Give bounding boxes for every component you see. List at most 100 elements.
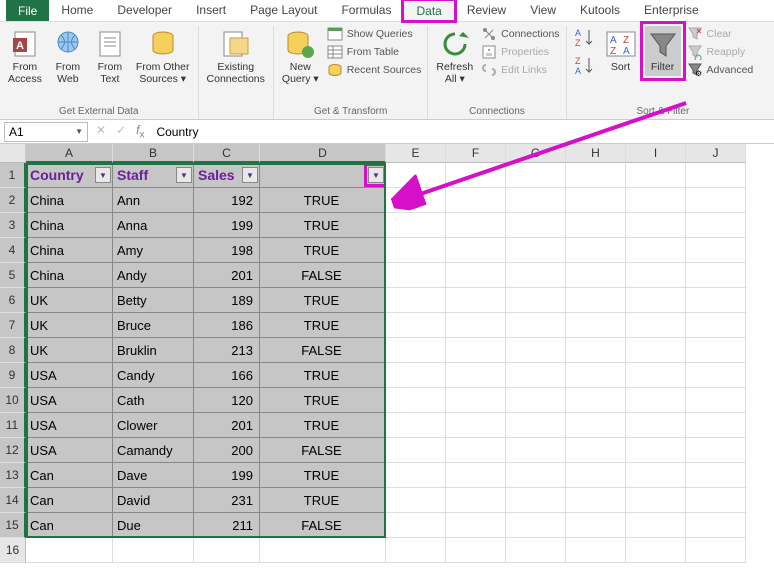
cell[interactable]: China — [26, 238, 113, 263]
filter-dropdown-button[interactable]: ▼ — [368, 167, 384, 183]
cell[interactable]: China — [26, 213, 113, 238]
cell[interactable] — [506, 288, 566, 313]
tab-review[interactable]: Review — [455, 0, 518, 21]
row-header[interactable]: 13 — [0, 463, 26, 488]
cell[interactable] — [686, 213, 746, 238]
cell[interactable] — [566, 463, 626, 488]
cell[interactable] — [506, 188, 566, 213]
col-header[interactable]: G — [506, 144, 566, 163]
cell[interactable] — [686, 538, 746, 563]
cell[interactable] — [386, 363, 446, 388]
cell[interactable]: China — [26, 188, 113, 213]
from-table-button[interactable]: From Table — [327, 44, 422, 60]
cell[interactable] — [446, 313, 506, 338]
cell[interactable] — [686, 188, 746, 213]
cell[interactable] — [566, 238, 626, 263]
col-header[interactable]: B — [113, 144, 194, 163]
cell[interactable] — [626, 488, 686, 513]
cell[interactable] — [386, 338, 446, 363]
col-header[interactable]: D — [260, 144, 386, 163]
cell[interactable] — [566, 538, 626, 563]
cell[interactable] — [626, 238, 686, 263]
tab-data[interactable]: Data — [403, 0, 454, 21]
cell[interactable]: 199 — [194, 213, 260, 238]
cell[interactable] — [506, 388, 566, 413]
from-web-button[interactable]: From Web — [50, 26, 86, 87]
cell[interactable] — [506, 238, 566, 263]
cell[interactable] — [566, 313, 626, 338]
row-header[interactable]: 15 — [0, 513, 26, 538]
cell[interactable]: 231 — [194, 488, 260, 513]
cell[interactable] — [506, 313, 566, 338]
cell[interactable]: Can — [26, 488, 113, 513]
row-header[interactable]: 2 — [0, 188, 26, 213]
filter-dropdown-button[interactable]: ▼ — [95, 167, 111, 183]
cell[interactable] — [386, 488, 446, 513]
cell[interactable]: USA — [26, 438, 113, 463]
connections-button[interactable]: Connections — [481, 26, 559, 42]
cell[interactable] — [626, 463, 686, 488]
cell[interactable] — [113, 538, 194, 563]
cell[interactable] — [626, 363, 686, 388]
cell[interactable]: 211 — [194, 513, 260, 538]
cell[interactable] — [446, 538, 506, 563]
cell[interactable]: FALSE — [260, 513, 386, 538]
tab-formulas[interactable]: Formulas — [329, 0, 403, 21]
cell[interactable] — [446, 413, 506, 438]
cell[interactable]: TRUE — [260, 238, 386, 263]
cell[interactable] — [626, 288, 686, 313]
cell[interactable] — [566, 513, 626, 538]
cell[interactable]: Amy — [113, 238, 194, 263]
cell[interactable]: 201 — [194, 413, 260, 438]
cell[interactable] — [386, 163, 446, 188]
cell[interactable] — [506, 163, 566, 188]
cell[interactable]: Candy — [113, 363, 194, 388]
cell[interactable] — [446, 288, 506, 313]
new-query-button[interactable]: New Query ▾ — [280, 26, 321, 87]
cell[interactable] — [566, 338, 626, 363]
cell[interactable] — [446, 513, 506, 538]
cell[interactable] — [386, 263, 446, 288]
cell[interactable]: Betty — [113, 288, 194, 313]
cell[interactable]: USA — [26, 363, 113, 388]
tab-page-layout[interactable]: Page Layout — [238, 0, 329, 21]
filter-button[interactable]: Filter — [645, 26, 681, 76]
cancel-icon[interactable]: ✕ — [96, 123, 106, 140]
cell[interactable] — [386, 213, 446, 238]
cell[interactable] — [566, 388, 626, 413]
cell[interactable]: TRUE — [260, 288, 386, 313]
cell[interactable] — [686, 163, 746, 188]
row-header[interactable]: 12 — [0, 438, 26, 463]
cell[interactable] — [446, 238, 506, 263]
cell[interactable] — [446, 338, 506, 363]
cell[interactable]: 199 — [194, 463, 260, 488]
cell[interactable] — [506, 263, 566, 288]
cell[interactable]: 189 — [194, 288, 260, 313]
cell[interactable]: Due — [113, 513, 194, 538]
col-header[interactable]: J — [686, 144, 746, 163]
row-header[interactable]: 10 — [0, 388, 26, 413]
cell[interactable]: 192 — [194, 188, 260, 213]
cell[interactable]: Country▼ — [26, 163, 113, 188]
tab-enterprise[interactable]: Enterprise — [632, 0, 711, 21]
name-box[interactable]: A1 ▼ — [4, 122, 88, 142]
cell[interactable]: David — [113, 488, 194, 513]
cell[interactable]: 213 — [194, 338, 260, 363]
cell[interactable] — [446, 188, 506, 213]
cell[interactable]: ▼ — [260, 163, 386, 188]
cell[interactable]: TRUE — [260, 213, 386, 238]
sort-button[interactable]: AZZA Sort — [603, 26, 639, 76]
cell[interactable] — [626, 313, 686, 338]
cell[interactable]: TRUE — [260, 463, 386, 488]
cell[interactable] — [506, 413, 566, 438]
cell[interactable] — [386, 513, 446, 538]
cell[interactable] — [686, 288, 746, 313]
row-header[interactable]: 8 — [0, 338, 26, 363]
advanced-button[interactable]: ⚙Advanced — [687, 62, 754, 78]
cell[interactable] — [506, 538, 566, 563]
cell[interactable]: UK — [26, 313, 113, 338]
cell[interactable] — [626, 388, 686, 413]
cell[interactable]: Clower — [113, 413, 194, 438]
refresh-all-button[interactable]: Refresh All ▾ — [434, 26, 475, 87]
cell[interactable] — [566, 488, 626, 513]
